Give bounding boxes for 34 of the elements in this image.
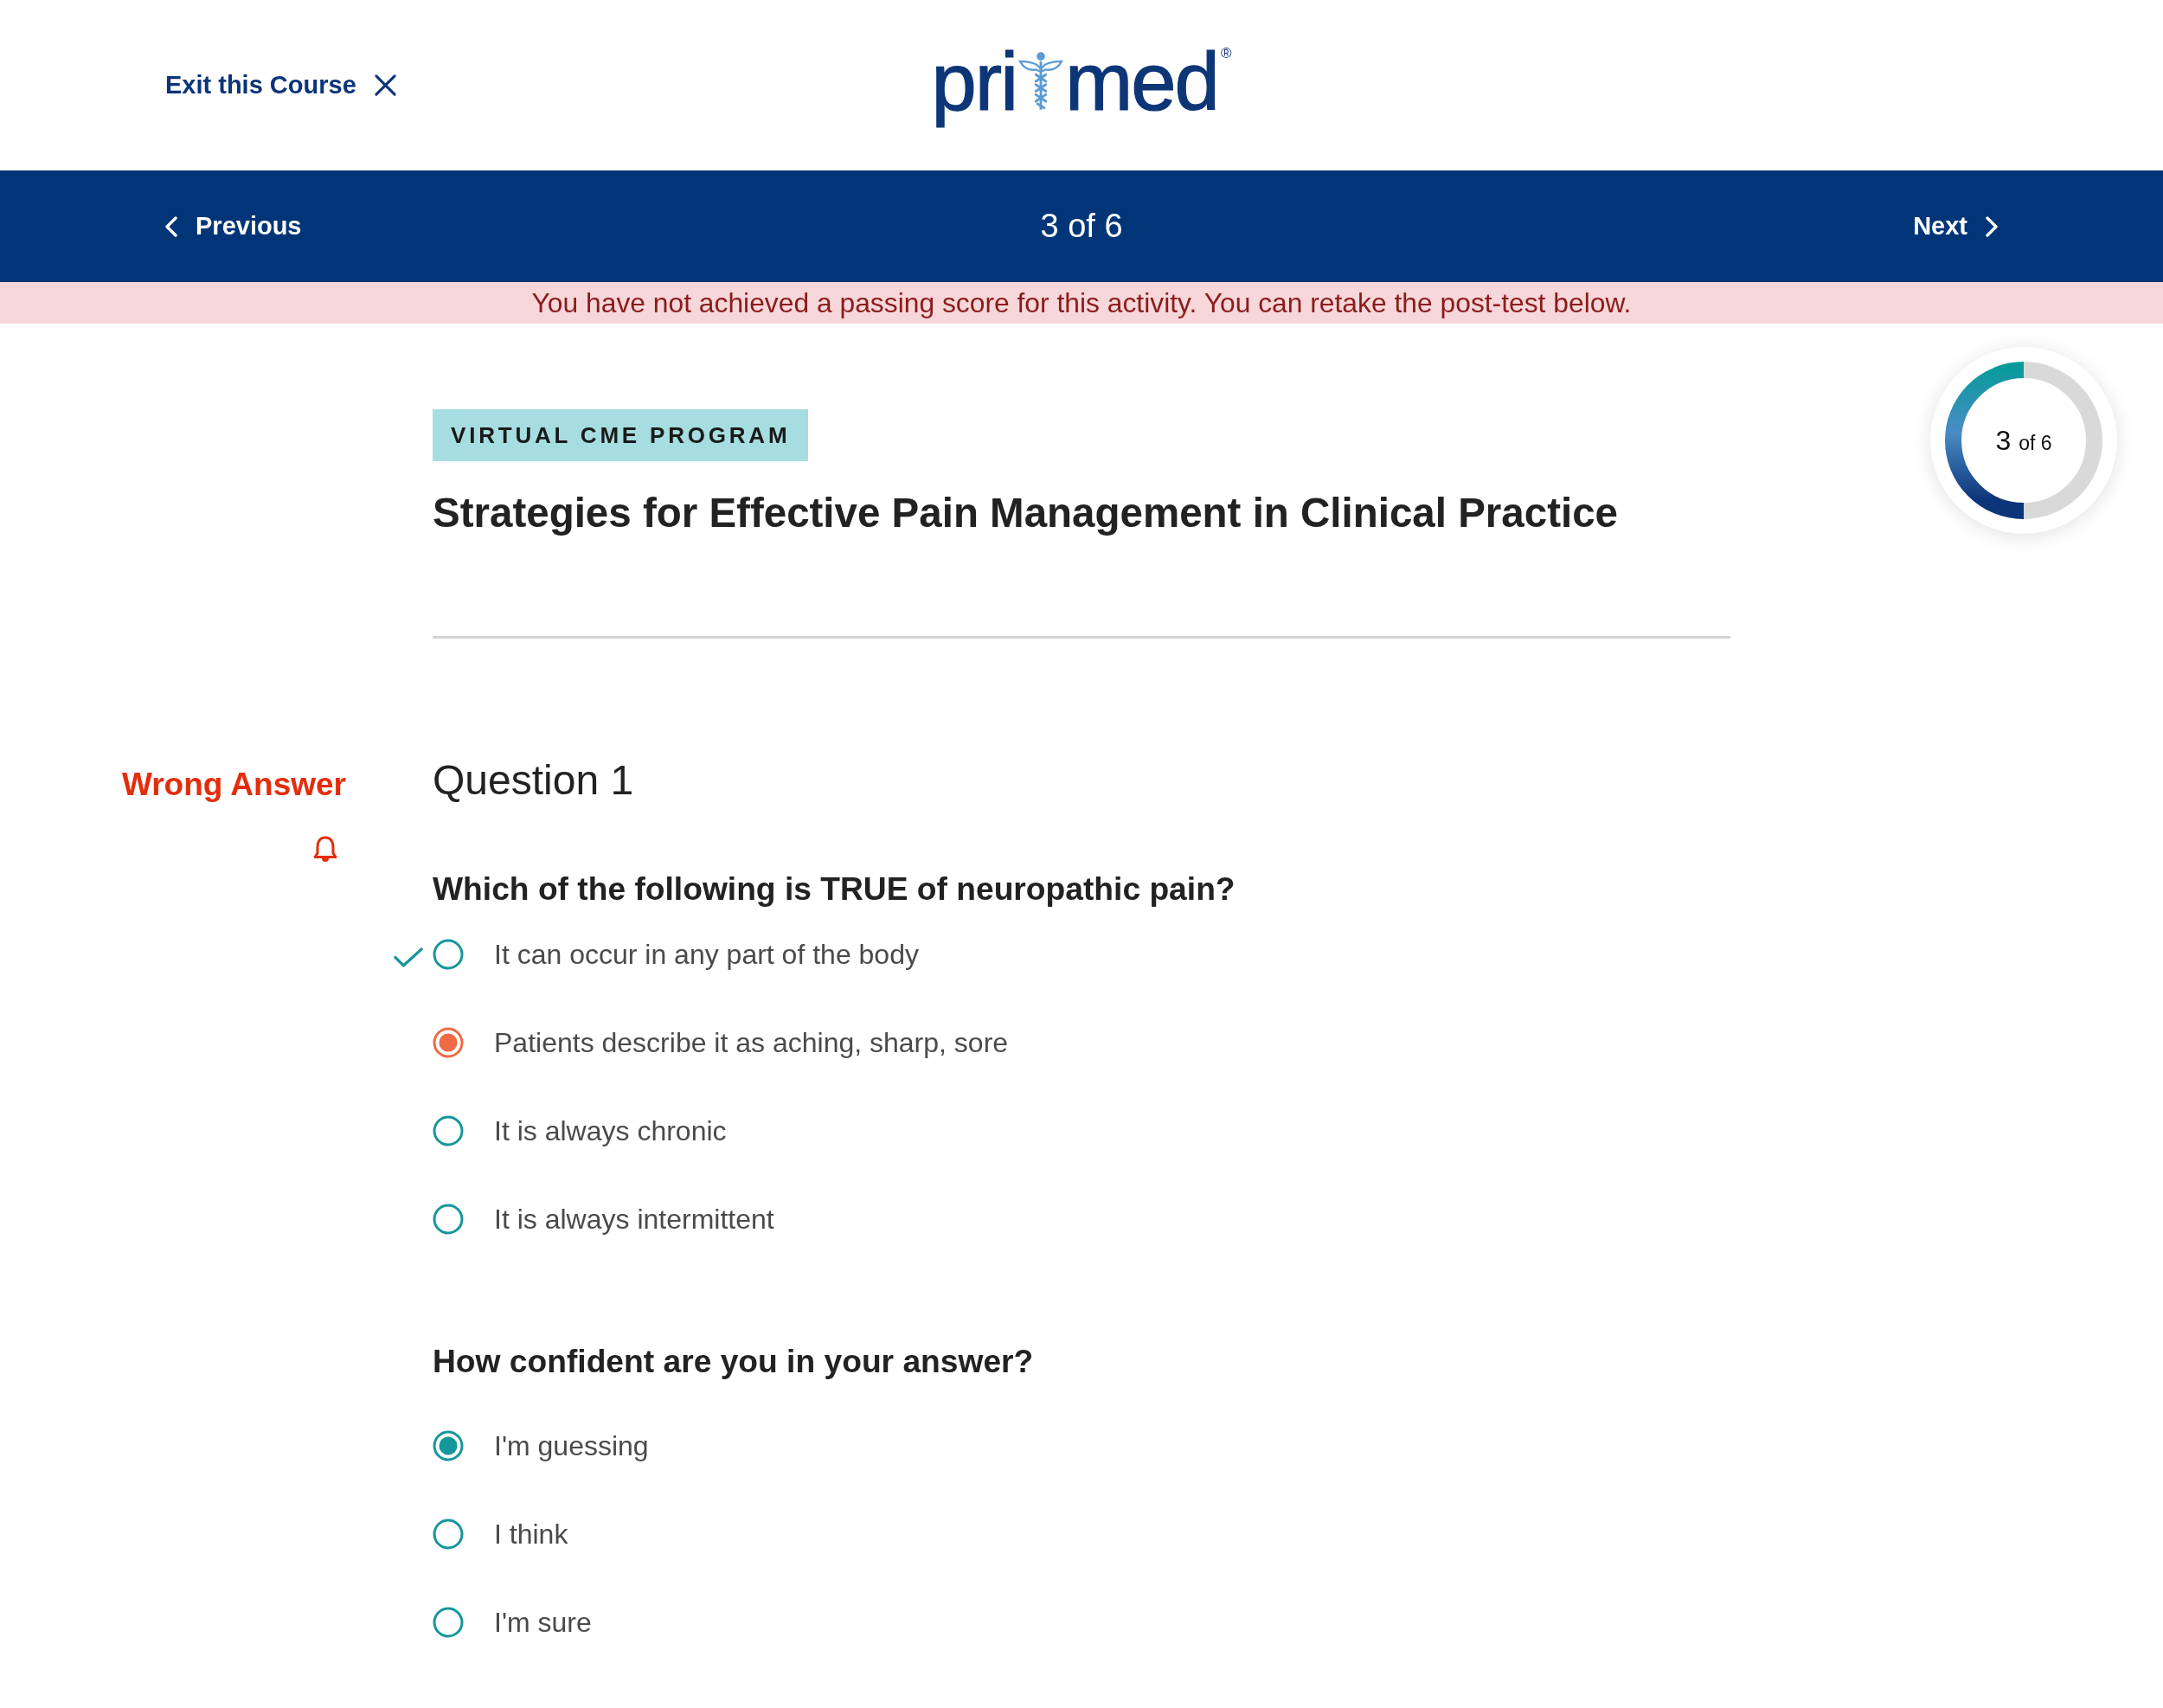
option-label[interactable]: I think	[494, 1518, 568, 1551]
progress-text: 3 of 6	[1995, 424, 2052, 457]
radio-button[interactable]	[433, 1115, 464, 1146]
question-number: Question 1	[433, 756, 635, 805]
radio-button[interactable]	[433, 1204, 464, 1235]
caduceus-icon	[1018, 51, 1064, 111]
chevron-left-icon	[164, 215, 178, 238]
next-button[interactable]: Next	[1913, 207, 1999, 246]
radio-button[interactable]	[433, 1027, 464, 1058]
chevron-right-icon	[1985, 215, 1999, 238]
course-title: Strategies for Effective Pain Management in Clinical Practice	[433, 489, 1620, 537]
logo-text: med	[1065, 35, 1218, 130]
bell-icon	[312, 835, 338, 864]
option-label[interactable]: It is always intermittent	[494, 1203, 774, 1236]
logo-text: pri	[931, 35, 1017, 130]
alert-banner: You have not achieved a passing score for this activity. You can retake the post-test below.	[0, 282, 2163, 324]
exit-course-link[interactable]: Exit this Course	[165, 71, 397, 100]
feedback-label: Wrong Answer	[121, 766, 346, 804]
registered-mark: ®	[1220, 45, 1232, 63]
option-label[interactable]: It can occur in any part of the body	[494, 938, 919, 971]
previous-button[interactable]: Previous	[164, 207, 302, 246]
radio-button[interactable]	[433, 1430, 464, 1461]
close-icon	[373, 74, 397, 97]
radio-button[interactable]	[433, 1519, 464, 1550]
option-label[interactable]: It is always chronic	[494, 1114, 727, 1147]
radio-button[interactable]	[433, 939, 464, 970]
option-label[interactable]: I'm guessing	[494, 1429, 649, 1462]
option-label[interactable]: I'm sure	[494, 1606, 592, 1639]
option-label[interactable]: Patients describe it as aching, sharp, sore	[494, 1026, 1009, 1059]
radio-button[interactable]	[433, 1607, 464, 1638]
confidence-prompt: How confident are you in your answer?	[433, 1342, 1035, 1381]
program-tag: VIRTUAL CME PROGRAM	[433, 409, 809, 461]
question-prompt: Which of the following is TRUE of neuropathic pain?	[433, 870, 1236, 909]
page-counter: 3 of 6	[1040, 208, 1123, 245]
